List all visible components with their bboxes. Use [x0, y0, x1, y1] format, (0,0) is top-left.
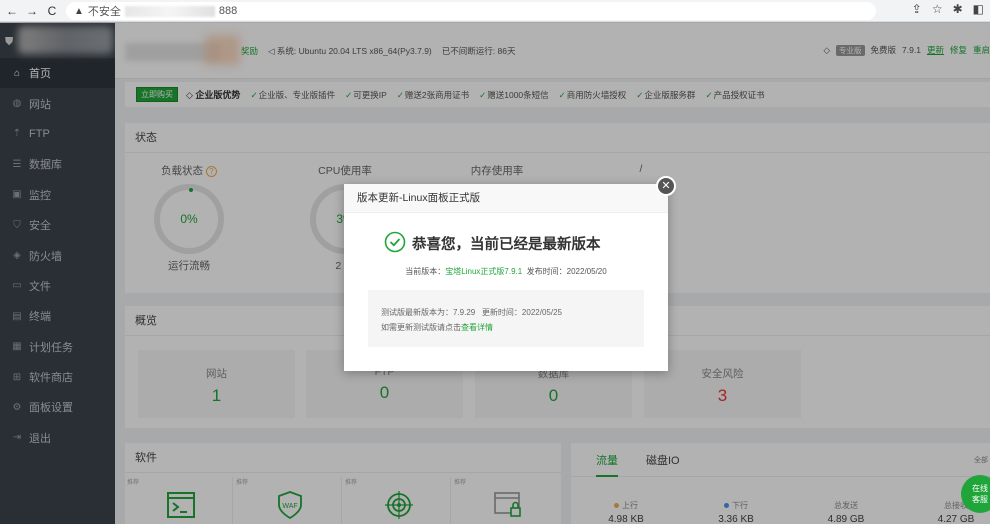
dialog-title: 版本更新-Linux面板正式版 — [344, 184, 668, 213]
current-version-info: 当前版本：宝塔Linux正式版7.9.1 发布时间：2022/05/20 — [344, 266, 668, 277]
current-version-value: 宝塔Linux正式版7.9.1 — [445, 267, 523, 276]
beta-hint-text: 如需更新测试版请点击 — [381, 323, 461, 332]
forward-icon[interactable]: → — [24, 3, 40, 19]
beta-version-value: 7.9.29 — [453, 308, 476, 317]
view-details-link[interactable]: 查看详情 — [461, 323, 493, 332]
bookmark-star-icon[interactable]: ☆ — [932, 2, 943, 16]
back-icon[interactable]: ← — [4, 3, 20, 19]
check-circle-icon — [384, 231, 406, 256]
online-line2: 客服 — [972, 495, 988, 504]
release-time-value: 2022/05/20 — [566, 267, 607, 276]
update-dialog: 版本更新-Linux面板正式版 ✕ 恭喜您，当前已经是最新版本 当前版本：宝塔L… — [344, 176, 676, 371]
dialog-headline: 恭喜您，当前已经是最新版本 — [412, 237, 601, 253]
beta-hint-line: 如需更新测试版请点击查看详情 — [381, 320, 644, 335]
close-icon[interactable]: ✕ — [656, 176, 676, 196]
extensions-icon[interactable]: ✱ — [953, 2, 963, 16]
current-version-label: 当前版本： — [405, 267, 446, 276]
share-icon[interactable]: ⇪ — [912, 2, 922, 16]
beta-time-label: 更新时间： — [481, 308, 522, 317]
beta-info-box: 测试版最新版本为：7.9.29 更新时间：2022/05/25 如需更新测试版请… — [368, 290, 644, 347]
url-suffix: 888 — [218, 5, 238, 17]
browser-toolbar: ← → C ▲ 不安全 888 ⇪ ☆ ✱ ◧ — [0, 0, 990, 22]
address-bar[interactable]: ▲ 不安全 888 — [66, 2, 876, 20]
security-warning-text: 不安全 — [87, 6, 121, 18]
redacted-url — [124, 5, 215, 17]
sidebar-toggle-icon[interactable]: ◧ — [973, 2, 984, 16]
reload-icon[interactable]: C — [44, 3, 60, 19]
beta-version-line: 测试版最新版本为：7.9.29 更新时间：2022/05/25 — [381, 305, 644, 320]
dialog-message: 恭喜您，当前已经是最新版本 — [384, 231, 601, 256]
beta-version-label: 测试版最新版本为： — [381, 308, 453, 317]
online-line1: 在线 — [972, 484, 988, 493]
beta-time-value: 2022/05/25 — [521, 308, 562, 317]
release-time-label: 发布时间： — [526, 267, 567, 276]
warning-icon: ▲ — [74, 5, 84, 17]
